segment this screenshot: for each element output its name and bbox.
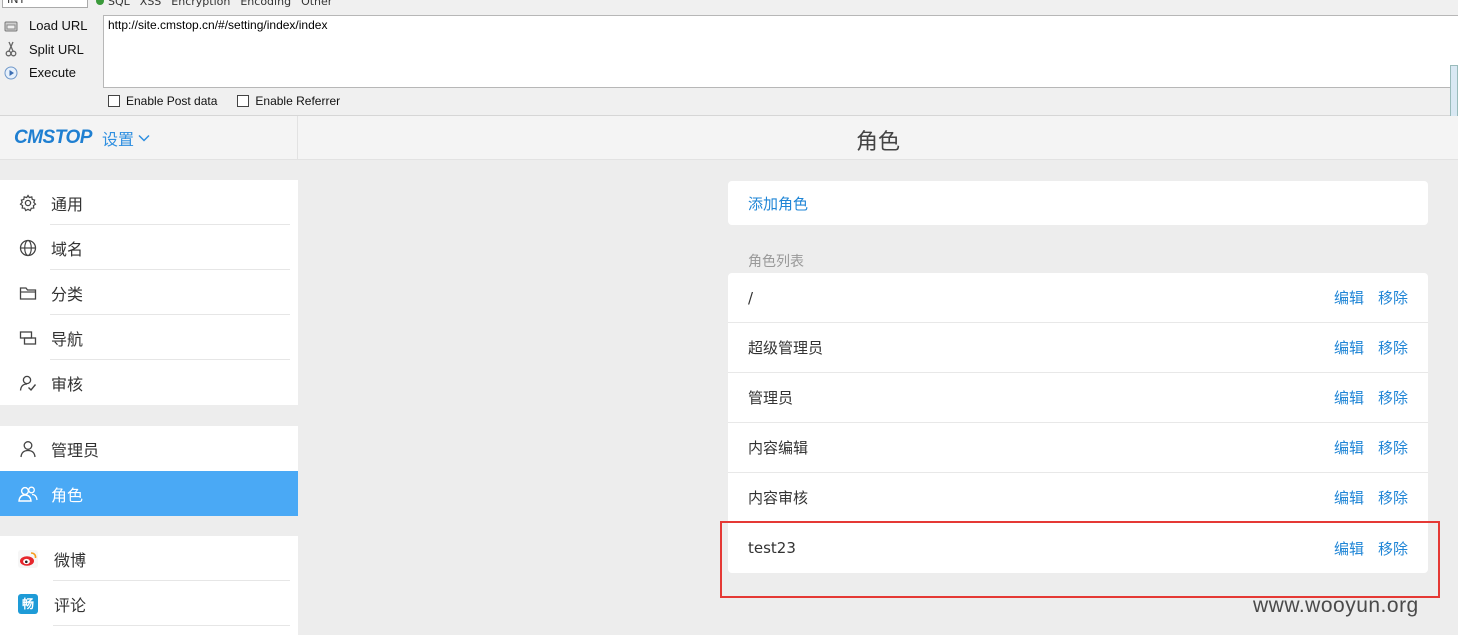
sidebar-item-general[interactable]: 通用 (0, 180, 298, 225)
sidebar-item-domain[interactable]: 域名 (0, 225, 298, 270)
hackbar-menu-item-other[interactable]: Other (301, 0, 332, 8)
role-name: 超级管理员 (748, 339, 824, 357)
enable-referrer-label: Enable Referrer (255, 94, 341, 108)
sidebar-item-label: 管理员 (51, 440, 100, 460)
execute-button[interactable]: Execute (0, 61, 100, 85)
page-title: 角色 (855, 130, 900, 155)
load-url-label: Load URL (29, 18, 88, 34)
hackbar-options: Enable Post data Enable Referrer (108, 94, 340, 108)
role-row: 超级管理员 编辑 移除 (728, 323, 1428, 373)
sidebar-item-admin[interactable]: 管理员 (0, 426, 298, 471)
sidebar-item-comment[interactable]: 畅 评论 (0, 581, 298, 626)
weibo-icon (18, 549, 38, 569)
hackbar-url-input[interactable]: http://site.cmstop.cn/#/setting/index/in… (103, 15, 1458, 88)
hackbar-menu-label: SQL (108, 0, 130, 8)
folder-icon (18, 283, 38, 303)
remove-role-button[interactable]: 移除 (1378, 337, 1408, 358)
sidebar-group-users: 管理员 角色 (0, 426, 298, 516)
user-icon (18, 439, 38, 459)
chevron-down-icon (138, 134, 150, 142)
role-name: 内容编辑 (748, 439, 809, 457)
divider (53, 625, 290, 626)
remove-role-button[interactable]: 移除 (1378, 437, 1408, 458)
load-url-icon (3, 18, 19, 34)
watermark: www.wooyun.org (1253, 594, 1419, 617)
hackbar-menu-item-xss[interactable]: XSS (140, 0, 162, 8)
sidebar-item-navigation[interactable]: 导航 (0, 315, 298, 360)
play-icon (3, 65, 19, 81)
remove-role-button[interactable]: 移除 (1378, 487, 1408, 508)
role-list-title: 角色列表 (748, 254, 804, 270)
hackbar-menu-item-encoding[interactable]: Encoding (240, 0, 291, 8)
edit-role-button[interactable]: 编辑 (1334, 337, 1364, 358)
split-url-label: Split URL (29, 41, 84, 57)
hackbar-menu-item-sql[interactable]: SQL (96, 0, 130, 8)
sidebar-item-label: 通用 (51, 194, 84, 214)
role-name: / (748, 288, 754, 307)
sidebar-item-review[interactable]: 审核 (0, 360, 298, 405)
edit-role-button[interactable]: 编辑 (1334, 387, 1364, 408)
cmstop-logo[interactable]: CMSTOP (14, 127, 92, 149)
sidebar-item-label: 域名 (51, 239, 84, 259)
hackbar-actions: Load URL Split URL Execute (0, 14, 100, 85)
role-icon (18, 484, 38, 504)
checkbox-box[interactable] (108, 95, 120, 107)
green-dot-icon (96, 0, 104, 5)
sidebar-item-label: 评论 (54, 595, 87, 615)
navigation-icon (18, 328, 38, 348)
hackbar-toolbar: INT SQL XSS Encryption Encoding Other Lo… (0, 0, 1458, 116)
enable-referrer-checkbox[interactable]: Enable Referrer (237, 94, 340, 108)
role-row: 内容审核 编辑 移除 (728, 473, 1428, 523)
sidebar-item-label: 微博 (54, 550, 87, 570)
role-row: 管理员 编辑 移除 (728, 373, 1428, 423)
sidebar-item-label: 审核 (51, 374, 84, 394)
sidebar-item-label: 导航 (51, 329, 84, 349)
settings-dropdown[interactable]: 设置 (102, 126, 150, 150)
settings-label: 设置 (101, 129, 134, 149)
highlight-annotation-box (720, 521, 1440, 598)
role-row: 内容编辑 编辑 移除 (728, 423, 1428, 473)
role-name: 内容审核 (748, 489, 809, 507)
sidebar-item-category[interactable]: 分类 (0, 270, 298, 315)
review-icon (18, 373, 38, 393)
sidebar-item-label: 分类 (51, 284, 84, 304)
edit-role-button[interactable]: 编辑 (1334, 437, 1364, 458)
cms-page-header: 角色 (298, 116, 1458, 160)
enable-post-data-label: Enable Post data (126, 94, 218, 108)
checkbox-box[interactable] (237, 95, 250, 107)
hackbar-menu: SQL XSS Encryption Encoding Other (96, 0, 332, 8)
cms-brand-bar: CMSTOP 设置 (0, 116, 298, 160)
add-role-link[interactable]: 添加角色 (748, 193, 808, 214)
sidebar-item-weibo[interactable]: 微博 (0, 536, 298, 581)
edit-role-button[interactable]: 编辑 (1334, 287, 1364, 308)
comment-icon: 畅 (18, 593, 38, 614)
sidebar-group-social: 微博 畅 评论 (0, 536, 298, 635)
sidebar-item-role[interactable]: 角色 (0, 471, 298, 516)
remove-role-button[interactable]: 移除 (1378, 387, 1408, 408)
split-url-button[interactable]: Split URL (0, 38, 100, 62)
add-role-card: 添加角色 (728, 181, 1428, 225)
gear-icon (18, 193, 38, 213)
remove-role-button[interactable]: 移除 (1378, 287, 1408, 308)
edit-role-button[interactable]: 编辑 (1334, 487, 1364, 508)
sidebar-group-general: 通用 域名 分类 导航 审核 (0, 180, 298, 405)
role-name: 管理员 (748, 389, 794, 407)
execute-label: Execute (29, 65, 76, 81)
load-url-button[interactable]: Load URL (0, 14, 100, 38)
settings-sidebar: 通用 域名 分类 导航 审核 管理员 角色 微博 畅 评论 (0, 160, 298, 635)
hackbar-menu-item-encryption[interactable]: Encryption (171, 0, 230, 8)
enable-post-data-checkbox[interactable]: Enable Post data (108, 94, 217, 108)
hackbar-type-select[interactable]: INT (2, 0, 88, 8)
globe-icon (18, 238, 38, 258)
sidebar-item-label: 角色 (51, 485, 84, 505)
scissors-icon (3, 41, 19, 57)
role-row: / 编辑 移除 (728, 273, 1428, 323)
